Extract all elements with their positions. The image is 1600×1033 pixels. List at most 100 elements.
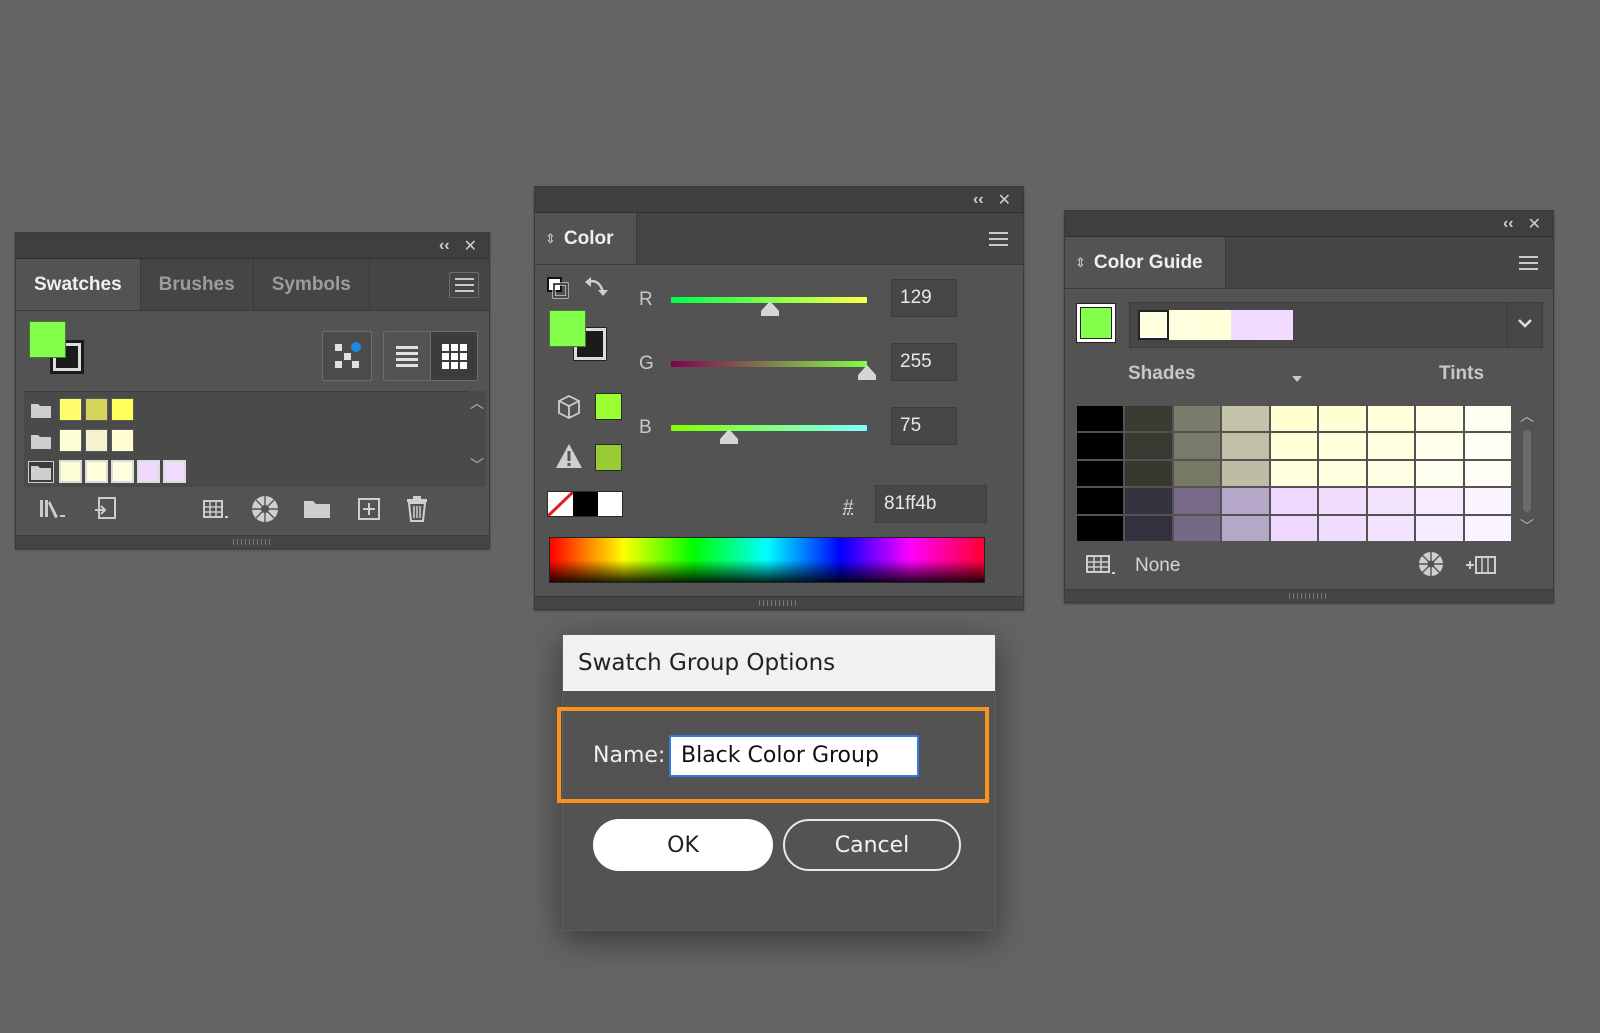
variation-swatch[interactable] — [1270, 406, 1320, 434]
save-color-group-icon[interactable] — [1463, 551, 1499, 579]
scroll-thumb[interactable] — [1523, 430, 1531, 512]
white-swatch[interactable] — [598, 492, 622, 516]
variation-swatch[interactable] — [1270, 515, 1320, 543]
swatches-panel-titlebar[interactable]: ‹‹ ✕ — [16, 233, 489, 259]
tab-swatches[interactable]: Swatches — [16, 259, 141, 310]
swatch[interactable] — [163, 460, 186, 483]
color-spectrum[interactable] — [549, 537, 985, 583]
scrollbar[interactable]: ︿ ﹀ — [1517, 406, 1537, 543]
new-swatch-icon[interactable] — [354, 495, 384, 523]
group-name-input[interactable]: Black Color Group — [669, 735, 919, 777]
collapse-icon[interactable]: ‹‹ — [1503, 215, 1514, 233]
base-color-swatch-frame[interactable] — [1076, 303, 1116, 343]
variation-swatch[interactable] — [1270, 433, 1320, 461]
close-icon[interactable]: ✕ — [464, 236, 477, 256]
collapse-icon[interactable]: ‹‹ — [973, 191, 984, 209]
variation-swatch[interactable] — [1319, 406, 1368, 434]
variation-swatch[interactable] — [1319, 515, 1368, 543]
variation-swatch[interactable] — [1367, 433, 1417, 461]
variation-swatch[interactable] — [1125, 460, 1174, 489]
slider-thumb-g[interactable] — [858, 365, 876, 380]
swatch[interactable] — [59, 429, 82, 452]
variation-swatch[interactable] — [1319, 433, 1368, 461]
variation-swatch[interactable] — [1416, 433, 1465, 461]
swatch[interactable] — [85, 429, 108, 452]
harmony-rules-dropdown[interactable] — [1129, 302, 1543, 348]
variation-swatch[interactable] — [1173, 460, 1223, 489]
swap-fill-stroke-icon[interactable] — [582, 273, 610, 301]
variation-swatch[interactable] — [1222, 488, 1271, 516]
variation-swatch[interactable] — [1416, 406, 1465, 434]
variation-swatch[interactable] — [1222, 515, 1271, 543]
new-color-group-icon[interactable] — [300, 495, 334, 523]
channel-value-r[interactable]: 129 — [891, 279, 957, 317]
variation-swatch[interactable] — [1270, 488, 1320, 516]
variation-swatch[interactable] — [1222, 406, 1271, 434]
variation-swatch[interactable] — [1367, 515, 1417, 543]
variation-swatch[interactable] — [1464, 406, 1513, 434]
close-icon[interactable]: ✕ — [998, 190, 1011, 210]
variation-swatch[interactable] — [1367, 460, 1417, 489]
variation-swatch[interactable] — [1416, 515, 1465, 543]
harmony-swatch[interactable] — [1200, 310, 1231, 340]
swatch-group-row[interactable] — [28, 458, 186, 485]
panel-menu-icon[interactable] — [983, 226, 1013, 252]
delete-swatch-icon[interactable] — [402, 495, 432, 523]
harmony-swatch[interactable] — [1262, 310, 1293, 340]
scroll-down-icon[interactable]: ﹀ — [1517, 516, 1537, 536]
scroll-up-icon[interactable]: ︿ — [468, 393, 486, 413]
variation-swatch[interactable] — [1416, 488, 1465, 516]
panel-menu-icon[interactable] — [1513, 250, 1543, 276]
panel-menu-icon[interactable] — [449, 271, 479, 298]
black-swatch[interactable] — [573, 492, 598, 516]
edit-colors-icon[interactable] — [1415, 549, 1447, 579]
collapse-icon[interactable]: ‹‹ — [439, 237, 450, 255]
tab-color[interactable]: ⇕ Color — [535, 213, 637, 264]
channel-value-b[interactable]: 75 — [891, 407, 957, 445]
ok-button[interactable]: OK — [593, 819, 773, 871]
variation-swatch[interactable] — [1464, 460, 1513, 489]
variation-swatch[interactable] — [1125, 515, 1174, 543]
resize-grip[interactable] — [16, 535, 489, 548]
variation-swatch[interactable] — [1077, 515, 1126, 543]
variation-swatch[interactable] — [1077, 433, 1126, 461]
harmony-swatch[interactable] — [1169, 310, 1200, 340]
slider-track-b[interactable] — [671, 425, 867, 431]
swatch[interactable] — [85, 398, 108, 421]
cancel-button[interactable]: Cancel — [783, 819, 961, 871]
variation-swatch[interactable] — [1077, 460, 1126, 489]
chevron-down-icon[interactable] — [1516, 313, 1534, 338]
list-view-icon[interactable] — [383, 331, 431, 381]
variation-swatch[interactable] — [1367, 488, 1417, 516]
variation-swatch[interactable] — [1464, 433, 1513, 461]
swatch-group-row[interactable] — [28, 396, 134, 423]
channel-value-g[interactable]: 255 — [891, 343, 957, 381]
resize-grip[interactable] — [1065, 589, 1553, 602]
swatch[interactable] — [59, 398, 82, 421]
web-safe-color-swatch[interactable] — [595, 393, 622, 420]
tab-symbols[interactable]: Symbols — [254, 259, 370, 310]
place-swatches-icon[interactable] — [90, 495, 122, 523]
slider-thumb-b[interactable] — [719, 429, 738, 444]
variation-swatch[interactable] — [1270, 460, 1320, 489]
color-guide-titlebar[interactable]: ‹‹ ✕ — [1065, 211, 1553, 237]
limit-to-swatch-library-icon[interactable] — [1083, 551, 1119, 579]
scroll-up-icon[interactable]: ︿ — [1517, 406, 1537, 426]
variation-swatch[interactable] — [1125, 406, 1174, 434]
variation-swatch[interactable] — [1173, 515, 1223, 543]
variation-options-icon[interactable] — [1291, 371, 1303, 389]
harmony-swatch[interactable] — [1231, 310, 1262, 340]
variation-swatch[interactable] — [1173, 406, 1223, 434]
harmony-swatch[interactable] — [1138, 310, 1169, 340]
swatch-kinds-menu-icon[interactable] — [199, 495, 233, 523]
swatch[interactable] — [111, 460, 134, 483]
tab-brushes[interactable]: Brushes — [141, 259, 254, 310]
variation-swatch[interactable] — [1173, 488, 1223, 516]
variation-swatch[interactable] — [1367, 406, 1417, 434]
color-wheel-icon[interactable] — [248, 493, 282, 525]
scrollbar[interactable]: ︿ ﹀ — [468, 391, 486, 487]
variation-swatch[interactable] — [1416, 460, 1465, 489]
variation-swatch[interactable] — [1173, 433, 1223, 461]
close-icon[interactable]: ✕ — [1528, 214, 1541, 234]
hex-input[interactable]: 81ff4b — [875, 485, 987, 523]
